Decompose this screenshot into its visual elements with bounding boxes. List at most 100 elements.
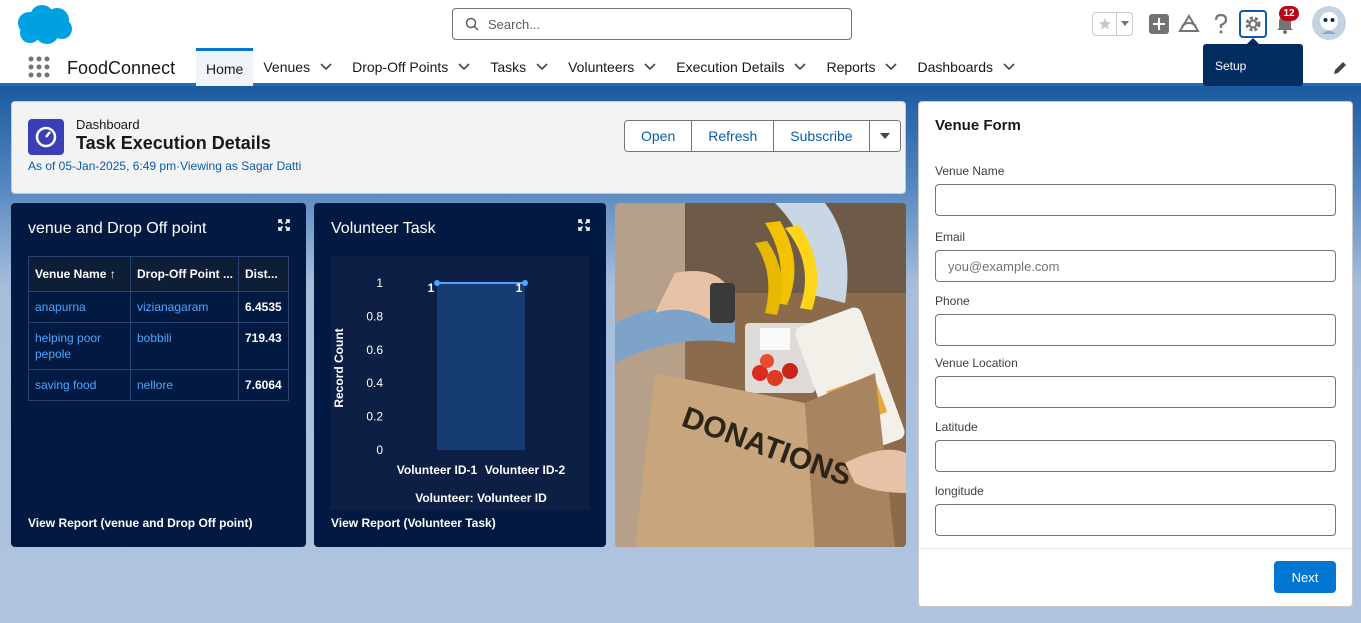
distance-value: 719.43 [238,322,289,370]
volunteer-task-chart: 0 0.2 0.4 0.6 0.8 1 1 1 Volunteer ID-1 Volunteer … [331,256,589,510]
chevron-down-icon [879,133,890,139]
page-title: Task Execution Details [76,133,271,153]
venue-link[interactable]: anapurna [28,291,131,323]
expand-icon[interactable] [578,219,590,231]
widget-title: venue and Drop Off point [28,220,207,237]
email-input[interactable]: you@example.com [935,250,1336,282]
chevron-down-icon[interactable] [458,63,470,71]
venue-dropoff-widget: venue and Drop Off point Venue Name ↑ Dr… [11,203,306,547]
dashboard-gauge-icon [28,119,64,155]
drop-off-link[interactable]: bobbili [130,322,239,370]
volunteer-task-widget: Volunteer Task 0 0.2 0.4 0.6 0.8 1 1 1 Volunteer… [314,203,606,547]
y-tick-label: 0.8 [366,309,383,323]
data-point [434,280,440,286]
table-row: helping poor pepole bobbili 719.43 [28,322,289,370]
field-label: Venue Name [935,164,1005,178]
tab-label: Venues [263,59,311,75]
tab-volunteers[interactable]: Volunteers [558,48,666,86]
y-tick-label: 0.4 [366,376,383,390]
table-row: anapurna vizianagaram 6.4535 [28,291,289,323]
tab-dashboards[interactable]: Dashboards [907,48,1025,86]
chevron-down-icon[interactable] [644,63,656,71]
field-label: Email [935,230,966,244]
column-header-venue-name[interactable]: Venue Name ↑ [28,256,131,292]
venue-link[interactable]: helping poor pepole [28,322,131,370]
venue-name-input[interactable] [935,184,1336,216]
setup-gear-icon[interactable] [1239,10,1267,38]
table-header-row: Venue Name ↑ Drop-Off Point ... Dist... [28,256,289,292]
tab-label: Execution Details [676,59,785,75]
search-placeholder: Search... [488,16,541,32]
view-report-link[interactable]: View Report (venue and Drop Off point) [28,516,252,530]
chevron-down-icon[interactable] [320,63,332,71]
y-tick-label: 1 [376,276,383,290]
field-label: Phone [935,294,970,308]
longitude-field: longitude [935,484,1336,536]
data-label: 1 [516,281,523,295]
y-tick-label: 0.2 [366,410,383,424]
refresh-button[interactable]: Refresh [692,121,775,151]
dashboard-header: Dashboard Task Execution Details As of 0… [11,101,906,194]
open-button[interactable]: Open [625,121,693,151]
favorites-star-icon[interactable] [1093,13,1117,35]
column-header-distance[interactable]: Dist... [238,256,289,292]
chevron-down-icon[interactable] [885,63,898,71]
edit-nav-pencil-icon[interactable] [1333,61,1347,75]
venue-form: Venue Form Venue Name Email you@example.… [918,101,1353,607]
chevron-down-icon[interactable] [536,63,548,71]
global-search-input[interactable]: Search... [452,8,852,40]
tab-label: Home [206,60,244,77]
tab-reports[interactable]: Reports [816,48,907,86]
trailhead-guidance-icon[interactable] [1175,10,1203,38]
more-actions-button[interactable] [869,121,900,151]
expand-icon[interactable] [278,219,290,231]
tab-home[interactable]: Home [196,48,254,86]
field-label: Latitude [935,420,978,434]
global-actions-plus-icon[interactable] [1145,10,1173,38]
tab-drop-off-points[interactable]: Drop-Off Points [342,48,480,86]
dashboard-meta: As of 05-Jan-2025, 6:49 pm·Viewing as Sa… [28,159,302,173]
view-report-link[interactable]: View Report (Volunteer Task) [331,516,496,530]
global-header: Search... 12 [0,0,1361,48]
dashboard-type-label: Dashboard [76,117,140,132]
chevron-down-icon[interactable] [794,63,807,71]
latitude-input[interactable] [935,440,1336,472]
tab-label: Drop-Off Points [352,59,449,75]
user-avatar[interactable] [1312,6,1346,40]
app-launcher-waffle-icon[interactable] [28,56,50,78]
latitude-field: Latitude [935,420,1336,472]
data-label: 1 [428,281,435,295]
donations-photo: DONATIONS [615,203,906,547]
help-icon[interactable] [1207,10,1235,38]
column-header-drop-off-point[interactable]: Drop-Off Point ... [130,256,239,292]
field-label: Venue Location [935,356,1018,370]
form-footer-divider [919,548,1352,549]
y-tick-label: 0 [376,443,383,457]
phone-input[interactable] [935,314,1336,346]
venue-link[interactable]: saving food [28,369,131,401]
y-tick-label: 0.6 [366,343,383,357]
venue-location-input[interactable] [935,376,1336,408]
tab-venues[interactable]: Venues [253,48,342,86]
favorites-group [1092,12,1133,36]
phone-field: Phone [935,294,1336,346]
chevron-down-icon[interactable] [1003,63,1015,71]
dashboard-actions: Open Refresh Subscribe [624,120,901,152]
form-title: Venue Form [935,117,1021,134]
next-button[interactable]: Next [1274,561,1336,593]
longitude-input[interactable] [935,504,1336,536]
x-tick-label: Volunteer ID-1 [397,463,478,477]
favorites-dropdown-icon[interactable] [1117,13,1132,35]
distance-value: 6.4535 [238,291,289,323]
venue-name-field: Venue Name [935,164,1336,216]
subscribe-button[interactable]: Subscribe [774,121,870,151]
drop-off-link[interactable]: nellore [130,369,239,401]
data-point [522,280,528,286]
search-icon [465,17,479,31]
tab-tasks[interactable]: Tasks [480,48,558,86]
drop-off-link[interactable]: vizianagaram [130,291,239,323]
line-chart: 0 0.2 0.4 0.6 0.8 1 1 1 Volunteer ID-1 Volunteer … [332,276,566,505]
salesforce-logo-icon[interactable] [14,4,74,46]
app-name: FoodConnect [67,58,176,78]
tab-execution-details[interactable]: Execution Details [666,48,816,86]
